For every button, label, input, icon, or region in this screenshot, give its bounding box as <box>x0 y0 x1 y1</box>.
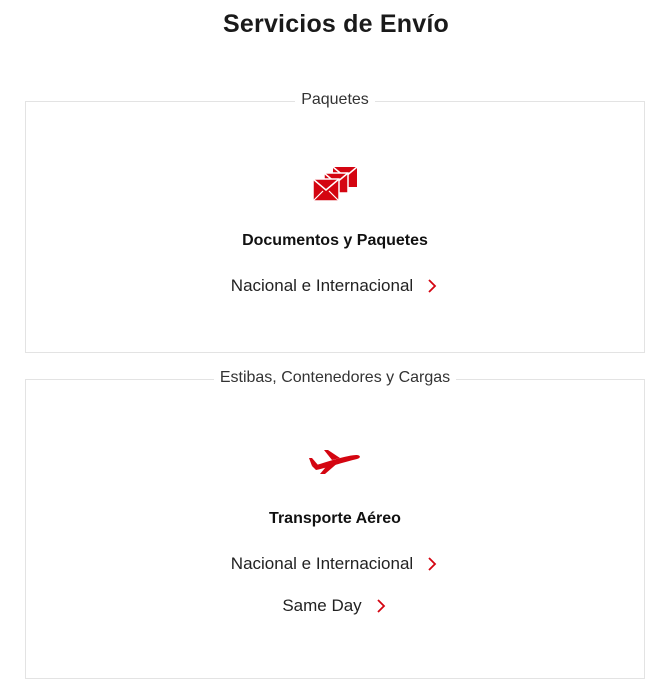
link-label: Nacional e Internacional <box>230 554 414 573</box>
section-legend-label: Paquetes <box>295 91 375 108</box>
link-nacional-internacional-aereo[interactable]: Nacional e Internacional <box>26 554 644 574</box>
service-title-documentos: Documentos y Paquetes <box>242 232 428 249</box>
envelopes-icon-wrap <box>26 165 644 203</box>
section-legend-label: Estibas, Contenedores y Cargas <box>213 369 457 386</box>
link-label: Nacional e Internacional <box>230 276 414 295</box>
link-nacional-internacional-paquetes[interactable]: Nacional e Internacional <box>26 276 644 296</box>
envelopes-icon <box>312 166 358 202</box>
airplane-icon-wrap <box>26 446 644 476</box>
link-same-day[interactable]: Same Day <box>26 596 644 616</box>
section-paquetes: Paquetes Documentos y Paquetes Nacional … <box>25 91 645 353</box>
service-title-transporte-aereo: Transporte Aéreo <box>269 510 401 527</box>
section-legend: Estibas, Contenedores y Cargas <box>26 369 644 387</box>
page-title: Servicios de Envío <box>223 10 449 38</box>
section-legend: Paquetes <box>26 91 644 109</box>
link-label: Same Day <box>282 596 362 615</box>
airplane-icon <box>309 450 360 474</box>
section-estibas: Estibas, Contenedores y Cargas Transport… <box>25 369 645 679</box>
chevron-right-icon <box>428 279 437 293</box>
chevron-right-icon <box>428 557 437 571</box>
chevron-right-icon <box>377 599 385 613</box>
